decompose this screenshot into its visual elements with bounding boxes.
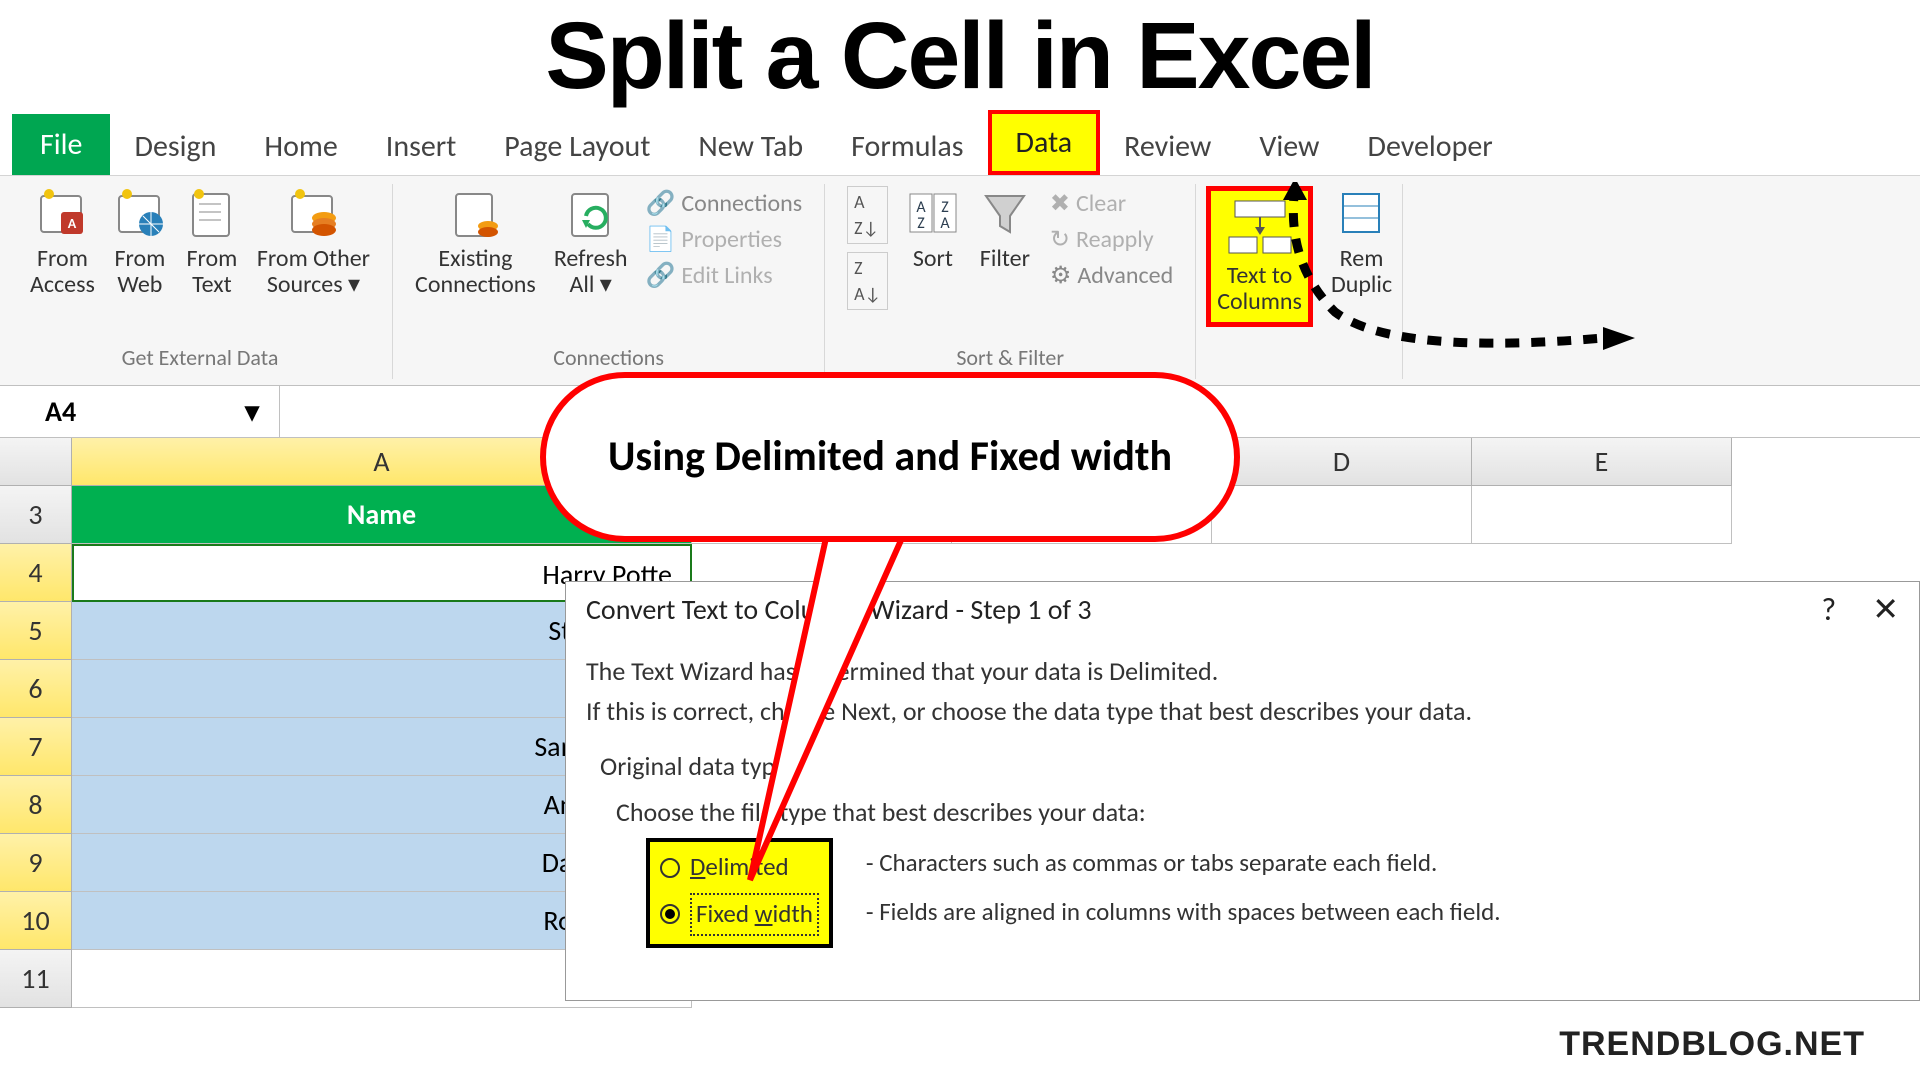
- column-header-e[interactable]: E: [1472, 438, 1732, 486]
- other-sources-icon: [286, 186, 340, 240]
- refresh-all-button[interactable]: Refresh All ▾: [554, 186, 628, 299]
- refresh-icon: [564, 186, 618, 240]
- row-header-9[interactable]: 9: [0, 834, 72, 892]
- tab-new-tab[interactable]: New Tab: [674, 118, 827, 175]
- filter-subgroup: ✖Clear ↻Reapply ⚙Advanced: [1050, 186, 1173, 294]
- row-header-5[interactable]: 5: [0, 602, 72, 660]
- cell-e3[interactable]: [1472, 486, 1732, 544]
- callout-bubble: Using Delimited and Fixed width: [540, 372, 1240, 542]
- reapply-label: Reapply: [1076, 222, 1154, 258]
- dialog-close-button[interactable]: ✕: [1872, 590, 1899, 629]
- connections-icon: 🔗: [645, 186, 675, 222]
- tab-data[interactable]: Data: [988, 110, 1101, 175]
- tab-file[interactable]: File: [12, 114, 110, 175]
- cell-d3[interactable]: [1212, 486, 1472, 544]
- row-header-10[interactable]: 10: [0, 892, 72, 950]
- tab-view[interactable]: View: [1235, 118, 1343, 175]
- sort-za-button[interactable]: ZA↓: [847, 252, 888, 310]
- page-title: Split a Cell in Excel: [0, 2, 1920, 111]
- group-get-external-data: A From Access From Web From Text: [8, 184, 393, 379]
- properties-icon: 📄: [645, 222, 675, 258]
- name-box[interactable]: A4 ▾: [0, 386, 280, 437]
- advanced-label: Advanced: [1077, 258, 1173, 294]
- edit-links-label: Edit Links: [681, 258, 772, 294]
- advanced-icon: ⚙: [1050, 258, 1072, 294]
- tab-page-layout[interactable]: Page Layout: [480, 118, 674, 175]
- clear-icon: ✖: [1050, 186, 1070, 222]
- tab-formulas[interactable]: Formulas: [827, 118, 987, 175]
- from-text-label: From Text: [186, 246, 237, 299]
- select-all-corner[interactable]: [0, 438, 72, 486]
- svg-text:Z: Z: [917, 214, 925, 233]
- sort-label: Sort: [913, 246, 953, 272]
- group-connections: Existing Connections Refresh All ▾ 🔗Conn…: [393, 184, 825, 379]
- group-sort-filter: AZ↓ ZA↓ AZZA Sort Filter ✖Clear ↻Reapply…: [825, 184, 1196, 379]
- connections-subgroup: 🔗Connections 📄Properties 🔗Edit Links: [645, 186, 802, 294]
- sort-icon: AZZA: [906, 186, 960, 240]
- svg-text:A: A: [940, 214, 950, 233]
- clear-button[interactable]: ✖Clear: [1050, 186, 1173, 222]
- svg-text:A: A: [68, 215, 77, 232]
- from-access-label: From Access: [30, 246, 95, 299]
- from-web-label: From Web: [114, 246, 165, 299]
- from-other-label: From Other Sources ▾: [257, 246, 370, 299]
- properties-label: Properties: [681, 222, 782, 258]
- name-box-value: A4: [45, 394, 76, 429]
- text-icon: [185, 186, 239, 240]
- from-other-sources-button[interactable]: From Other Sources ▾: [257, 186, 370, 299]
- get-external-data-label: Get External Data: [122, 344, 279, 377]
- edit-links-button[interactable]: 🔗Edit Links: [645, 258, 802, 294]
- filter-button[interactable]: Filter: [978, 186, 1032, 272]
- callout-text: Using Delimited and Fixed width: [608, 432, 1172, 482]
- existing-connections-button[interactable]: Existing Connections: [415, 186, 536, 299]
- row-header-3[interactable]: 3: [0, 486, 72, 544]
- connections-label: Connections: [681, 186, 802, 222]
- ribbon-tabs: File Design Home Insert Page Layout New …: [0, 111, 1920, 176]
- sort-az-button[interactable]: AZ↓: [847, 186, 888, 244]
- column-header-d[interactable]: D: [1212, 438, 1472, 486]
- watermark: TRENDBLOG.NET: [1559, 1025, 1865, 1064]
- from-text-button[interactable]: From Text: [185, 186, 239, 299]
- tab-insert[interactable]: Insert: [362, 118, 481, 175]
- tab-home[interactable]: Home: [240, 118, 361, 175]
- radio-delimited-icon: [660, 858, 680, 878]
- from-web-button[interactable]: From Web: [113, 186, 167, 299]
- existing-connections-label: Existing Connections: [415, 246, 536, 299]
- from-access-button[interactable]: A From Access: [30, 186, 95, 299]
- row-header-4[interactable]: 4: [0, 544, 72, 602]
- advanced-button[interactable]: ⚙Advanced: [1050, 258, 1173, 294]
- row-header-7[interactable]: 7: [0, 718, 72, 776]
- filter-icon: [978, 186, 1032, 240]
- row-header-11[interactable]: 11: [0, 950, 72, 1008]
- callout-tail: [710, 520, 990, 900]
- properties-button[interactable]: 📄Properties: [645, 222, 802, 258]
- connections-button[interactable]: 🔗Connections: [645, 186, 802, 222]
- reapply-button[interactable]: ↻Reapply: [1050, 222, 1173, 258]
- annotation-arrow: [1275, 182, 1675, 382]
- edit-links-icon: 🔗: [645, 258, 675, 294]
- row-header-6[interactable]: 6: [0, 660, 72, 718]
- sort-button[interactable]: AZZA Sort: [906, 186, 960, 272]
- tab-review[interactable]: Review: [1100, 118, 1235, 175]
- row-header-8[interactable]: 8: [0, 776, 72, 834]
- tab-developer[interactable]: Developer: [1343, 118, 1516, 175]
- existing-connections-icon: [448, 186, 502, 240]
- filter-label: Filter: [980, 246, 1030, 272]
- tab-design[interactable]: Design: [110, 118, 240, 175]
- access-icon: A: [35, 186, 89, 240]
- refresh-all-label: Refresh All ▾: [554, 246, 628, 299]
- web-icon: [113, 186, 167, 240]
- radio-fixed-icon: [660, 904, 680, 924]
- dropdown-icon: ▾: [245, 394, 259, 429]
- reapply-icon: ↻: [1050, 222, 1070, 258]
- dialog-help-button[interactable]: ?: [1821, 590, 1836, 629]
- clear-label: Clear: [1076, 186, 1126, 222]
